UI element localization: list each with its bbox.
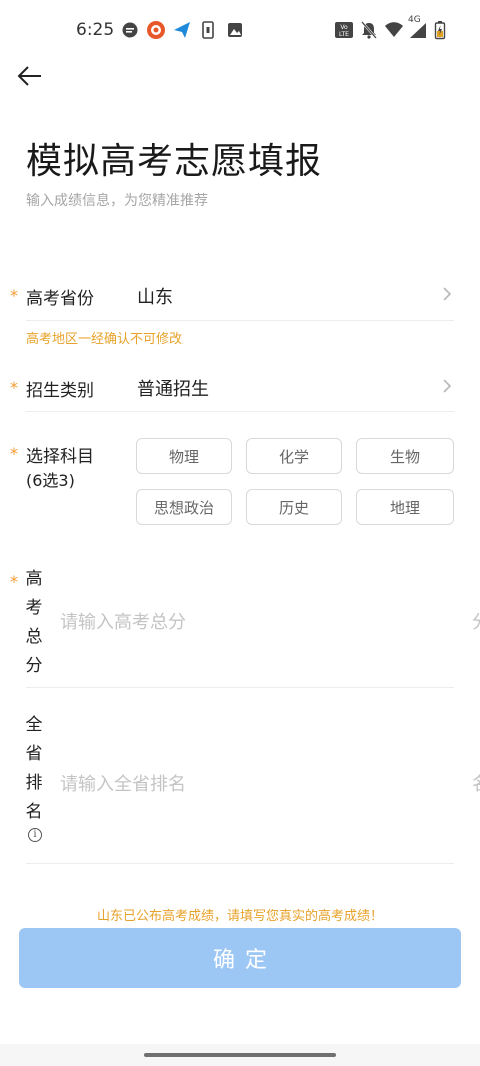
province-value[interactable]: 山东 [137, 283, 173, 309]
page-title: 模拟高考志愿填报 [26, 141, 323, 182]
subject-option-geography[interactable]: 地理 [356, 489, 454, 525]
chevron-right-icon[interactable] [440, 377, 454, 395]
required-mark: * [10, 378, 18, 397]
volte-icon: Vo LTE [335, 22, 353, 38]
send-icon [174, 22, 190, 38]
rank-label: 全 省 排 名 [25, 715, 43, 822]
total-score-label: 高 考 总 分 [25, 569, 43, 676]
battery-icon [434, 21, 446, 40]
chevron-right-icon[interactable] [440, 285, 454, 303]
subject-option-history[interactable]: 历史 [246, 489, 342, 525]
required-mark: * [10, 572, 18, 591]
total-score-input[interactable] [58, 604, 462, 640]
rank-input[interactable] [58, 766, 462, 802]
message-icon [122, 22, 138, 38]
province-warning: 高考地区一经确认不可修改 [26, 332, 183, 347]
subject-option-chemistry[interactable]: 化学 [246, 438, 342, 474]
page-subtitle: 输入成绩信息，为您精准推荐 [26, 193, 208, 209]
navigation-bar [0, 1044, 480, 1066]
subjects-label: 选择科目 [26, 447, 94, 467]
rank-suffix: 名 [472, 770, 480, 796]
required-mark: * [10, 444, 18, 463]
signal-icon [410, 23, 426, 38]
total-score-suffix: 分 [472, 608, 480, 634]
category-label: 招生类别 [26, 381, 94, 401]
subjects-hint: (6选3) [26, 471, 75, 490]
wifi-icon [385, 22, 403, 37]
status-time: 6:25 [76, 20, 115, 40]
svg-text:Vo: Vo [340, 24, 348, 31]
subject-option-biology[interactable]: 生物 [356, 438, 454, 474]
subject-option-physics[interactable]: 物理 [136, 438, 232, 474]
info-icon[interactable]: i [28, 828, 42, 842]
divider [26, 863, 454, 864]
sim-icon [202, 21, 214, 39]
notice-text: 山东已公布高考成绩，请填写您真实的高考成绩！ [96, 909, 383, 924]
category-value[interactable]: 普通招生 [137, 375, 209, 401]
divider [26, 411, 454, 412]
arrow-left-icon[interactable] [14, 60, 46, 92]
divider [26, 687, 454, 688]
mute-icon [361, 21, 377, 39]
province-label: 高考省份 [26, 289, 94, 309]
svg-text:LTE: LTE [339, 31, 349, 38]
status-bar: 6:25 Vo LTE 4G [0, 0, 480, 62]
divider [26, 320, 454, 321]
app-icon [147, 21, 165, 39]
subject-option-politics[interactable]: 思想政治 [136, 489, 232, 525]
home-indicator[interactable] [144, 1053, 336, 1057]
required-mark: * [10, 286, 18, 305]
confirm-button[interactable]: 确定 [19, 928, 461, 988]
image-icon [228, 23, 242, 37]
